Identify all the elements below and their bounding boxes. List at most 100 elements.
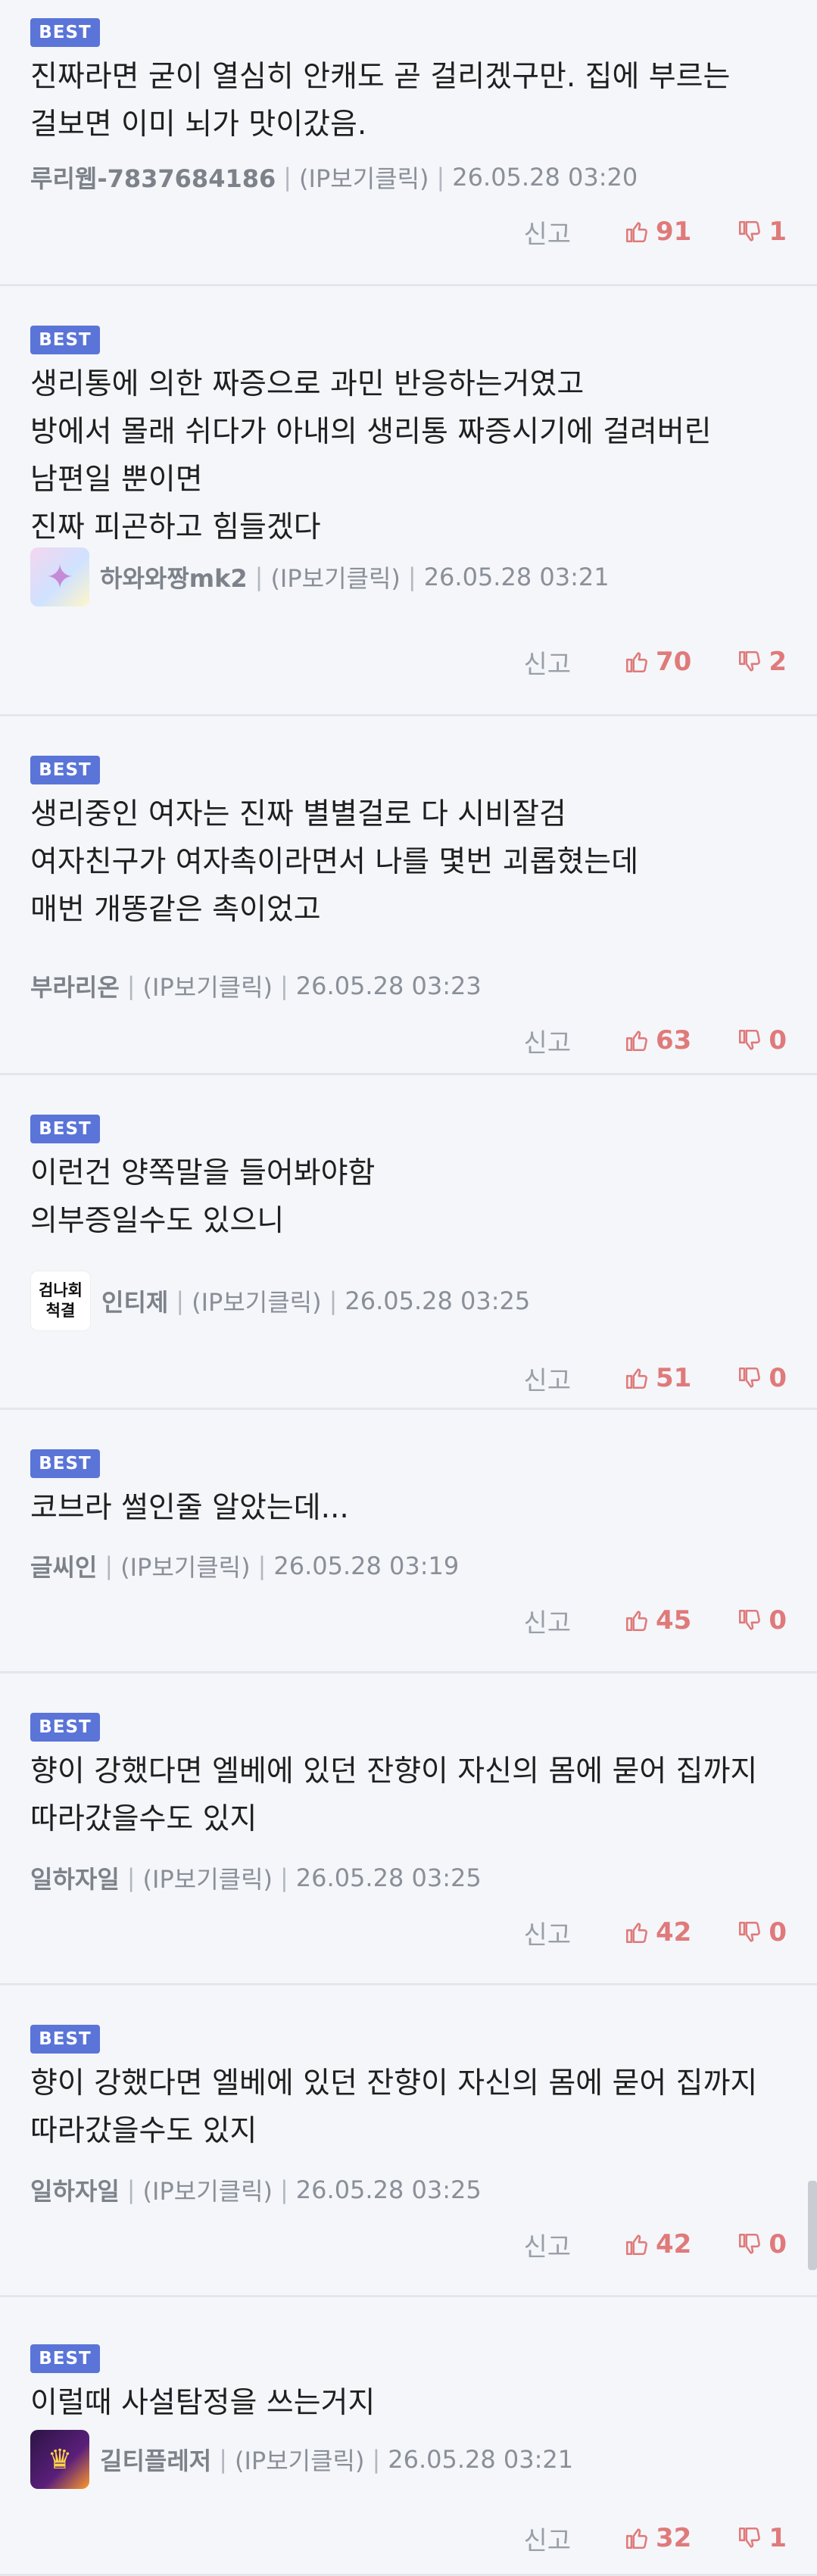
upvote-button[interactable]: 91 xyxy=(624,217,691,247)
ip-view-link[interactable]: (IP보기클릭) xyxy=(270,560,400,594)
thumbs-up-icon xyxy=(624,2231,656,2257)
downvote-count: 0 xyxy=(769,2229,787,2259)
upvote-button[interactable]: 63 xyxy=(624,1025,691,1056)
ip-view-link[interactable]: (IP보기클릭) xyxy=(299,160,429,195)
author-name[interactable]: 루리웹-7837684186 xyxy=(30,160,276,195)
separator: | xyxy=(436,163,445,192)
author-name[interactable]: 인티제 xyxy=(101,1283,168,1318)
comment-actions: 신고 70 2 xyxy=(523,642,787,681)
author-name[interactable]: 부라리온 xyxy=(30,968,120,1003)
ip-view-link[interactable]: (IP보기클릭) xyxy=(143,968,273,1003)
report-button[interactable]: 신고 xyxy=(523,1602,571,1639)
thumbs-up-icon xyxy=(624,219,656,245)
downvote-count: 0 xyxy=(769,1025,787,1056)
sparkle-icon: ✦ xyxy=(45,557,74,597)
thumbs-down-icon xyxy=(737,1920,769,1945)
downvote-button[interactable]: 0 xyxy=(737,1025,787,1056)
author-name[interactable]: 일하자일 xyxy=(30,2172,120,2207)
downvote-count: 0 xyxy=(769,1917,787,1948)
thumbs-down-icon xyxy=(737,649,769,675)
upvote-button[interactable]: 32 xyxy=(624,2523,691,2553)
downvote-count: 2 xyxy=(769,647,787,677)
report-button[interactable]: 신고 xyxy=(523,1360,571,1397)
upvote-button[interactable]: 45 xyxy=(624,1605,691,1636)
author-name[interactable]: 길티플레저 xyxy=(100,2442,211,2477)
thumbs-up-icon xyxy=(624,1365,656,1391)
separator: | xyxy=(219,2445,227,2474)
comment-time: 26.05.28 03:25 xyxy=(295,2175,482,2204)
comment-meta: 일하자일 | (IP보기클릭) | 26.05.28 03:25 xyxy=(30,1858,482,1898)
downvote-button[interactable]: 0 xyxy=(737,2229,787,2259)
thumbs-down-icon xyxy=(737,219,769,245)
separator: | xyxy=(283,163,292,192)
thumbs-down-icon xyxy=(737,1608,769,1633)
report-button[interactable]: 신고 xyxy=(523,1914,571,1951)
comment-meta: ✦ 하와와짱mk2 | (IP보기클릭) | 26.05.28 03:21 xyxy=(30,547,610,607)
separator: | xyxy=(280,1863,288,1892)
comment-item: BEST 생리통에 의한 짜증으로 과민 반응하는거였고 방에서 몰래 쉬다가 아… xyxy=(0,286,817,716)
downvote-button[interactable]: 1 xyxy=(737,217,787,247)
comment-actions: 신고 51 0 xyxy=(523,1358,787,1398)
downvote-button[interactable]: 0 xyxy=(737,1605,787,1636)
separator: | xyxy=(176,1286,185,1315)
upvote-button[interactable]: 70 xyxy=(624,647,691,677)
comment-meta: 글씨인 | (IP보기클릭) | 26.05.28 03:19 xyxy=(30,1546,459,1586)
ip-view-link[interactable]: (IP보기클릭) xyxy=(143,1860,273,1895)
comment-time: 26.05.28 03:21 xyxy=(423,563,610,591)
report-button[interactable]: 신고 xyxy=(523,214,571,251)
ip-view-link[interactable]: (IP보기클릭) xyxy=(192,1283,321,1318)
downvote-button[interactable]: 2 xyxy=(737,647,787,677)
thumbs-up-icon xyxy=(624,1028,656,1053)
report-button[interactable]: 신고 xyxy=(523,1022,571,1059)
avatar-text: 척결 xyxy=(45,1302,76,1320)
report-button[interactable]: 신고 xyxy=(523,2520,571,2557)
comment-actions: 신고 63 0 xyxy=(523,1021,787,1060)
separator: | xyxy=(280,971,288,1000)
best-badge: BEST xyxy=(30,2025,100,2054)
upvote-button[interactable]: 51 xyxy=(624,1363,691,1393)
upvote-button[interactable]: 42 xyxy=(624,2229,691,2259)
thumbs-down-icon xyxy=(737,2231,769,2257)
author-name[interactable]: 글씨인 xyxy=(30,1548,97,1583)
ip-view-link[interactable]: (IP보기클릭) xyxy=(235,2442,364,2477)
best-badge: BEST xyxy=(30,326,100,354)
comment-item: BEST 생리중인 여자는 진짜 별별걸로 다 시비잘검 여자친구가 여자촉이라면… xyxy=(0,716,817,1075)
ip-view-link[interactable]: (IP보기클릭) xyxy=(143,2172,273,2207)
avatar[interactable]: ✦ xyxy=(30,547,89,607)
comment-time: 26.05.28 03:21 xyxy=(388,2445,574,2474)
comment-text: 이런건 양쪽말을 들어봐야함 의부증일수도 있으니 xyxy=(30,1156,376,1238)
report-button[interactable]: 신고 xyxy=(523,644,571,681)
thumbs-up-icon xyxy=(624,2525,656,2551)
best-badge: BEST xyxy=(30,2344,100,2373)
comment-text: 향이 강했다면 엘베에 있던 잔향이 자신의 몸에 묻어 집까지 따라갔을수도 … xyxy=(30,1754,767,1836)
comment-text: 코브라 썰인줄 알았는데... xyxy=(30,1491,349,1525)
thumbs-up-icon xyxy=(624,1920,656,1945)
author-name[interactable]: 하와와짱mk2 xyxy=(100,560,248,594)
report-button[interactable]: 신고 xyxy=(523,2226,571,2263)
upvote-count: 51 xyxy=(656,1363,692,1393)
best-badge: BEST xyxy=(30,1713,100,1742)
ip-view-link[interactable]: (IP보기클릭) xyxy=(120,1548,250,1583)
downvote-count: 0 xyxy=(769,1363,787,1393)
upvote-count: 42 xyxy=(656,2229,692,2259)
comment-actions: 신고 45 0 xyxy=(523,1601,787,1640)
upvote-count: 91 xyxy=(656,217,692,247)
comment-time: 26.05.28 03:25 xyxy=(295,1863,482,1892)
author-name[interactable]: 일하자일 xyxy=(30,1860,120,1895)
avatar[interactable]: 검나회척결 xyxy=(30,1271,91,1331)
downvote-button[interactable]: 1 xyxy=(737,2523,787,2553)
avatar-text: 검나회 xyxy=(39,1281,83,1299)
separator: | xyxy=(280,2175,288,2204)
game-logo-icon: ♛ xyxy=(47,2443,73,2475)
comment-item: BEST 코브라 썰인줄 알았는데... 글씨인 | (IP보기클릭) | 26.05.28… xyxy=(0,1410,817,1673)
avatar[interactable]: ♛ xyxy=(30,2430,89,2489)
thumbs-down-icon xyxy=(737,1028,769,1053)
scrollbar[interactable] xyxy=(808,2181,817,2270)
comment-item: BEST 향이 강했다면 엘베에 있던 잔향이 자신의 몸에 묻어 집까지 따라갔… xyxy=(0,1673,817,1985)
comment-time: 26.05.28 03:19 xyxy=(273,1552,460,1580)
upvote-button[interactable]: 42 xyxy=(624,1917,691,1948)
separator: | xyxy=(126,1863,136,1892)
downvote-button[interactable]: 0 xyxy=(737,1917,787,1948)
downvote-button[interactable]: 0 xyxy=(737,1363,787,1393)
downvote-count: 0 xyxy=(769,1605,787,1636)
